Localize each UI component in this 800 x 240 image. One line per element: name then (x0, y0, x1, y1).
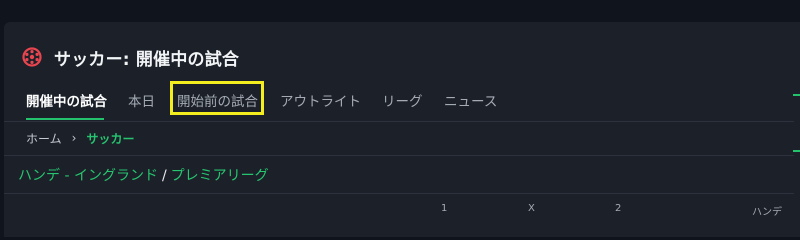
page-header: サッカー: 開催中の試合 (22, 45, 240, 70)
tab-live[interactable]: 開催中の試合 (26, 90, 107, 110)
column-header-handicap: ハンデ (752, 207, 782, 218)
soccer-ball-icon (22, 47, 42, 67)
breadcrumb-divider (4, 155, 794, 156)
chevron-right-icon: › (71, 131, 77, 145)
scroll-indicator-bottom (793, 150, 800, 152)
tab-bar: 開催中の試合 本日 開始前の試合 アウトライト リーグ ニュース (0, 82, 800, 120)
active-tab-indicator (26, 118, 104, 120)
breadcrumb: ホーム › サッカー (26, 129, 134, 147)
tab-news[interactable]: ニュース (444, 90, 497, 110)
tab-leagues[interactable]: リーグ (382, 90, 423, 110)
scroll-indicator-top (793, 94, 800, 96)
tab-today[interactable]: 本日 (128, 90, 155, 110)
league-country-link[interactable]: ハンデ - イングランド (18, 168, 158, 184)
breadcrumb-current[interactable]: サッカー (86, 130, 134, 147)
league-name-link[interactable]: プレミアリーグ (171, 168, 269, 184)
column-header-away: 2 (615, 203, 622, 214)
tab-highlight-box (170, 81, 264, 115)
tab-divider (4, 121, 794, 122)
league-divider (4, 193, 794, 194)
column-header-draw: X (528, 203, 535, 214)
league-separator: / (161, 168, 167, 184)
breadcrumb-home[interactable]: ホーム (26, 130, 62, 147)
league-heading: ハンデ - イングランド / プレミアリーグ (18, 165, 269, 185)
column-header-home: 1 (441, 203, 448, 214)
page-title: サッカー: 開催中の試合 (54, 49, 240, 70)
tab-outrights[interactable]: アウトライト (280, 90, 361, 110)
